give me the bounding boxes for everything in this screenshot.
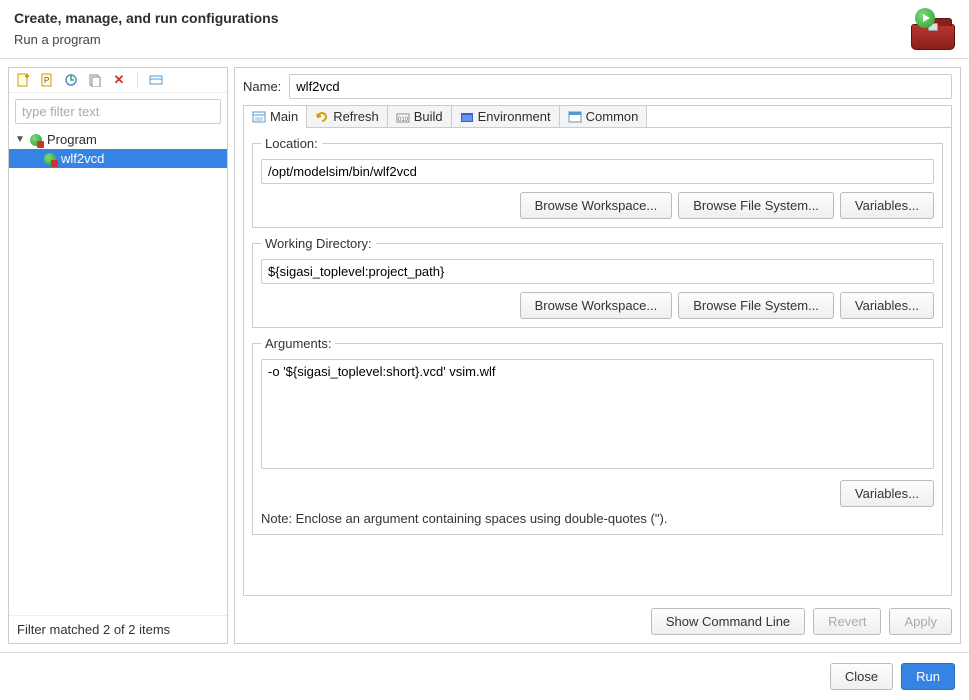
tree-item-wlf2vcd[interactable]: wlf2vcd [9, 149, 227, 168]
tabbar: Main Refresh 010 Build Environment Commo… [243, 105, 952, 127]
apply-button[interactable]: Apply [889, 608, 952, 635]
browse-workspace-button[interactable]: Browse Workspace... [520, 192, 673, 219]
show-command-line-button[interactable]: Show Command Line [651, 608, 805, 635]
location-buttons: Browse Workspace... Browse File System..… [261, 192, 934, 219]
filter-status: Filter matched 2 of 2 items [9, 615, 227, 643]
browse-workspace-button[interactable]: Browse Workspace... [520, 292, 673, 319]
tab-main-page: Location: Browse Workspace... Browse Fil… [243, 127, 952, 596]
sidebar-toolbar: P ✕ [9, 68, 227, 93]
dialog-subtitle: Run a program [14, 32, 279, 47]
dialog-title: Create, manage, and run configurations [14, 10, 279, 26]
variables-button[interactable]: Variables... [840, 292, 934, 319]
collapse-all-icon[interactable] [148, 72, 164, 88]
workdir-buttons: Browse Workspace... Browse File System..… [261, 292, 934, 319]
refresh-tab-icon [315, 110, 329, 124]
tab-label: Build [414, 109, 443, 124]
tab-label: Environment [478, 109, 551, 124]
workdir-input[interactable] [261, 259, 934, 284]
variables-button[interactable]: Variables... [840, 192, 934, 219]
args-legend: Arguments: [261, 336, 335, 351]
tree-item-label: wlf2vcd [61, 151, 104, 166]
svg-text:P: P [44, 76, 49, 85]
tab-label: Main [270, 109, 298, 124]
export-icon[interactable] [63, 72, 79, 88]
program-item-icon [43, 152, 57, 166]
dialog-body: P ✕ ▼ Program wlf2vcd [0, 59, 969, 652]
tab-build[interactable]: 010 Build [388, 106, 452, 127]
location-legend: Location: [261, 136, 322, 151]
tab-main[interactable]: Main [244, 106, 307, 127]
svg-text:010: 010 [398, 117, 409, 123]
delete-icon[interactable]: ✕ [111, 72, 127, 88]
name-input[interactable] [289, 74, 952, 99]
filter-wrap [9, 93, 227, 130]
tree-category-label: Program [47, 132, 97, 147]
main-action-row: Show Command Line Revert Apply [235, 604, 960, 643]
close-button[interactable]: Close [830, 663, 893, 690]
expand-toggle-icon[interactable]: ▼ [15, 134, 25, 145]
config-tree[interactable]: ▼ Program wlf2vcd [9, 130, 227, 615]
program-category-icon [29, 133, 43, 147]
filter-input[interactable] [15, 99, 221, 124]
browse-filesystem-button[interactable]: Browse File System... [678, 192, 834, 219]
main-tab-icon [252, 110, 266, 124]
main-panel: Name: Main Refresh 010 Build Environment [234, 67, 961, 644]
dialog-footer: Close Run [0, 652, 969, 700]
header-text: Create, manage, and run configurations R… [14, 10, 279, 47]
dialog-header: Create, manage, and run configurations R… [0, 0, 969, 59]
sidebar: P ✕ ▼ Program wlf2vcd [8, 67, 228, 644]
name-row: Name: [235, 68, 960, 105]
tab-label: Refresh [333, 109, 379, 124]
args-input[interactable]: -o '${sigasi_toplevel:short}.vcd' vsim.w… [261, 359, 934, 469]
environment-tab-icon [460, 110, 474, 124]
args-group: Arguments: -o '${sigasi_toplevel:short}.… [252, 336, 943, 535]
tab-label: Common [586, 109, 639, 124]
name-label: Name: [243, 79, 281, 94]
build-tab-icon: 010 [396, 110, 410, 124]
tab-common[interactable]: Common [560, 106, 648, 127]
workdir-legend: Working Directory: [261, 236, 376, 251]
tree-category-program[interactable]: ▼ Program [9, 130, 227, 149]
tab-environment[interactable]: Environment [452, 106, 560, 127]
run-toolbox-icon [901, 10, 955, 50]
location-input[interactable] [261, 159, 934, 184]
copy-icon[interactable] [87, 72, 103, 88]
toolbar-separator [137, 72, 138, 88]
new-config-icon[interactable] [15, 72, 31, 88]
args-note: Note: Enclose an argument containing spa… [261, 511, 934, 526]
common-tab-icon [568, 110, 582, 124]
revert-button[interactable]: Revert [813, 608, 881, 635]
args-buttons: Variables... [261, 480, 934, 507]
tab-refresh[interactable]: Refresh [307, 106, 388, 127]
workdir-group: Working Directory: Browse Workspace... B… [252, 236, 943, 328]
browse-filesystem-button[interactable]: Browse File System... [678, 292, 834, 319]
new-prototype-icon[interactable]: P [39, 72, 55, 88]
run-button[interactable]: Run [901, 663, 955, 690]
location-group: Location: Browse Workspace... Browse Fil… [252, 136, 943, 228]
variables-button[interactable]: Variables... [840, 480, 934, 507]
